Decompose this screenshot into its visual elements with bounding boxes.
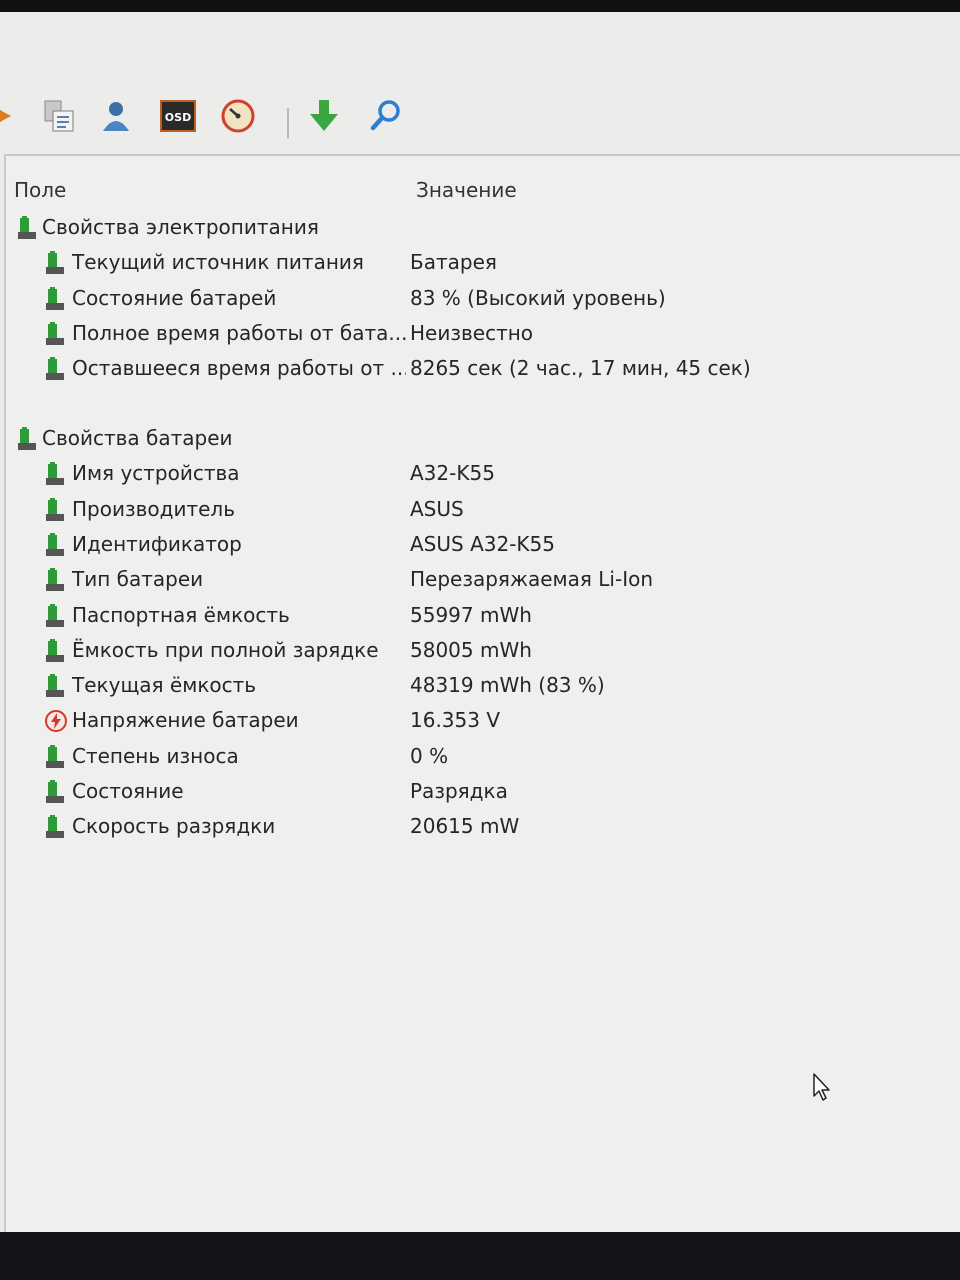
partial-toolbar-icon[interactable] [0, 96, 18, 136]
toolbar-separator [287, 108, 289, 138]
download-icon[interactable] [304, 96, 344, 136]
screen-bezel [0, 1232, 960, 1280]
property-label: Напряжение батареи [72, 708, 299, 733]
property-label: Состояние батарей [72, 285, 277, 310]
battery-icon [16, 216, 38, 240]
battery-icon [44, 251, 66, 275]
property-value: 16.353 V [410, 708, 501, 733]
property-value: Перезаряжаемая Li-Ion [410, 567, 653, 592]
property-value: ASUS A32-K55 [410, 531, 555, 556]
column-header-field[interactable]: Поле [14, 178, 66, 202]
property-label: Скорость разрядки [72, 814, 276, 839]
section-header[interactable]: Свойства батареи [6, 422, 946, 456]
osd-icon[interactable]: OSD [158, 96, 198, 136]
property-label: Состояние [72, 779, 184, 803]
property-label: Тип батареи [72, 567, 204, 592]
gauge-icon[interactable] [218, 96, 258, 136]
property-row[interactable]: Скорость разрядки 20615 mW [6, 810, 946, 844]
battery-icon [44, 497, 66, 522]
property-row[interactable]: Ёмкость при полной зарядке 58005 mWh [6, 634, 946, 668]
user-icon[interactable] [96, 96, 136, 136]
property-row[interactable]: Состояние батарей 83 % (Высокий уровень) [6, 282, 946, 316]
property-row[interactable]: Состояние Разрядка [6, 775, 946, 809]
section-header[interactable]: Свойства электропитания [6, 211, 946, 245]
property-value: Разрядка [410, 779, 508, 803]
screen: OSD Поле Значение Свойства электропитани… [0, 12, 960, 1232]
property-label: Степень износа [72, 743, 239, 768]
property-value: 48319 mWh (83 %) [410, 673, 605, 698]
battery-icon [44, 603, 66, 628]
property-row[interactable]: Производитель ASUS [6, 493, 946, 527]
property-row[interactable]: Степень износа 0 % [6, 740, 946, 774]
property-label: Производитель [72, 496, 235, 521]
property-label: Имя устройства [72, 461, 240, 486]
property-value: 58005 mWh [410, 637, 532, 662]
property-label: Паспортная ёмкость [72, 602, 290, 627]
property-label: Текущий источник питания [72, 250, 364, 275]
property-value: 20615 mW [410, 814, 520, 839]
property-value: Батарея [410, 250, 497, 275]
property-row[interactable]: Текущая ёмкость 48319 mWh (83 %) [6, 669, 946, 703]
property-row[interactable]: Полное время работы от бата... Неизвестно [6, 317, 946, 351]
property-value: 83 % (Высокий уровень) [410, 285, 666, 310]
property-label: Идентификатор [72, 531, 242, 556]
property-value: 55997 mWh [410, 602, 532, 627]
property-label: Текущая ёмкость [72, 673, 257, 698]
battery-icon [44, 462, 66, 486]
battery-icon [16, 427, 38, 451]
properties-panel[interactable]: Поле Значение Свойства электропитания Тек… [4, 154, 960, 1232]
section-title: Свойства батареи [42, 426, 233, 450]
property-value: ASUS [410, 496, 464, 521]
property-row[interactable]: Напряжение батареи 16.353 V [6, 704, 946, 738]
property-value: 8265 сек (2 час., 17 мин, 45 сек) [410, 356, 751, 381]
column-header-value[interactable]: Значение [416, 178, 517, 202]
property-row[interactable]: Паспортная ёмкость 55997 mWh [6, 599, 946, 633]
battery-icon [44, 638, 66, 663]
property-label: Полное время работы от бата... [72, 320, 406, 345]
battery-icon [44, 532, 66, 557]
property-label: Оставшееся время работы от ... [72, 356, 406, 381]
property-row[interactable]: Оставшееся время работы от ... 8265 сек (… [6, 352, 946, 386]
property-value: A32-K55 [410, 461, 495, 486]
property-row[interactable]: Тип батареи Перезаряжаемая Li-Ion [6, 563, 946, 597]
battery-icon [44, 286, 66, 311]
property-row[interactable]: Имя устройства A32-K55 [6, 457, 946, 491]
battery-icon [44, 815, 66, 839]
search-icon[interactable] [366, 96, 406, 136]
toolbar: OSD [0, 12, 960, 154]
battery-icon [44, 357, 66, 381]
battery-icon [44, 568, 66, 592]
battery-icon [44, 321, 66, 346]
property-value: Неизвестно [410, 320, 534, 345]
section-title: Свойства электропитания [42, 215, 319, 239]
voltage-icon [44, 709, 67, 733]
report-icon[interactable] [38, 96, 78, 136]
battery-icon [44, 674, 66, 698]
property-label: Ёмкость при полной зарядке [72, 637, 379, 662]
property-row[interactable]: Идентификатор ASUS A32-K55 [6, 528, 946, 562]
mouse-cursor [812, 1072, 834, 1106]
osd-icon-label: OSD [165, 111, 191, 124]
battery-icon [44, 780, 66, 804]
battery-icon [44, 744, 66, 769]
property-row[interactable]: Текущий источник питания Батарея [6, 246, 946, 280]
property-value: 0 % [410, 743, 449, 768]
